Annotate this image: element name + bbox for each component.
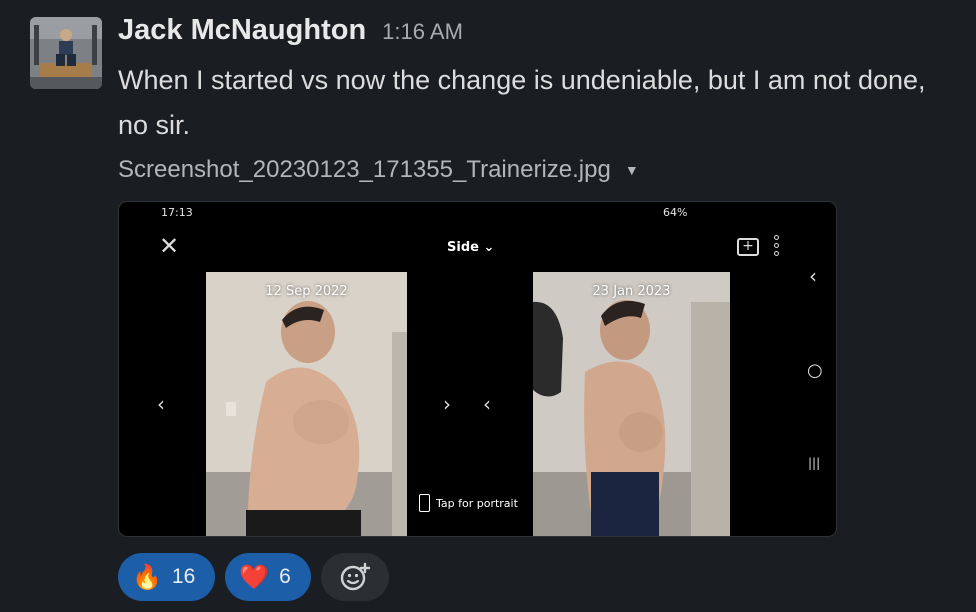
attachment-file-name[interactable]: Screenshot_20230123_171355_Trainerize.jp… [118, 156, 611, 184]
system-recent-apps-icon: ||| [808, 456, 821, 470]
add-reaction-button[interactable] [320, 553, 389, 601]
progress-photo-before-image [206, 272, 407, 536]
avatar[interactable] [30, 17, 102, 89]
reaction-count: 16 [171, 565, 196, 588]
more-options-icon [774, 235, 782, 259]
author-name[interactable]: Jack McNaughton [118, 14, 366, 47]
portrait-icon [419, 494, 430, 512]
message-text: When I started vs now the change is unde… [118, 65, 926, 140]
add-reaction-icon [340, 562, 371, 591]
progress-photo-before: 12 Sep 2022 [206, 272, 407, 536]
prev-photo-before-icon: ‹ [157, 392, 165, 416]
photo-date-after: 23 Jan 2023 [592, 284, 671, 299]
message-timestamp[interactable]: 1:16 AM [382, 19, 463, 45]
system-home-icon: ○ [807, 360, 823, 381]
add-comment-icon: + [737, 238, 759, 256]
system-back-icon: ‹ [809, 264, 817, 288]
fire-icon: 🔥 [132, 563, 162, 591]
progress-photo-after: 23 Jan 2023 [533, 272, 730, 536]
avatar-image [30, 17, 102, 89]
attachment-image[interactable]: 17:13 64% ✕ Side ⌄ + 12 Sep 2022 23 Jan … [118, 201, 837, 537]
heart-icon: ❤️ [239, 563, 270, 591]
view-selector: Side ⌄ [447, 240, 495, 255]
phone-status-time: 17:13 [161, 206, 193, 219]
reaction-fire[interactable]: 🔥 16 [118, 553, 216, 601]
phone-battery-level: 64% [663, 206, 688, 219]
tap-for-portrait: Tap for portrait [419, 494, 518, 512]
reaction-count: 6 [279, 565, 291, 588]
tap-for-portrait-label: Tap for portrait [436, 496, 518, 510]
message-header: Jack McNaughton 1:16 AM [118, 14, 463, 47]
progress-photo-after-image [533, 272, 730, 536]
photo-date-before: 12 Sep 2022 [265, 284, 348, 299]
reaction-heart[interactable]: ❤️ 6 [225, 553, 311, 601]
attachment-menu-caret-icon[interactable]: ▼ [625, 162, 639, 178]
prev-photo-after-icon: ‹ [483, 392, 491, 416]
close-icon: ✕ [159, 232, 180, 260]
next-photo-before-icon: › [443, 392, 451, 416]
reactions-bar: 🔥 16 ❤️ 6 [118, 553, 389, 601]
attachment-header: Screenshot_20230123_171355_Trainerize.jp… [118, 156, 639, 184]
